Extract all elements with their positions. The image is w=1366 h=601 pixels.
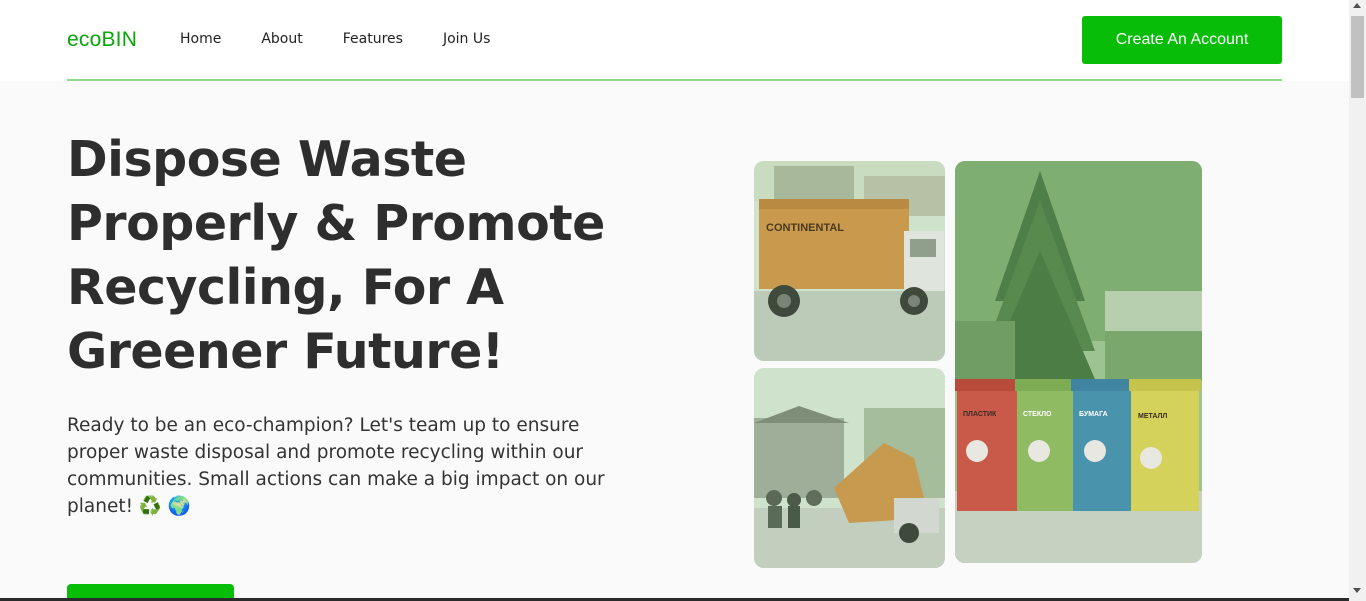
hero-description: Ready to be an eco-champion? Let's team …: [67, 415, 605, 517]
hero-title-line: Dispose Waste: [67, 131, 467, 188]
bin-label-paper: БУМАГА: [1079, 411, 1108, 418]
bin-label-plastic: ПЛАСТИК: [963, 411, 997, 418]
logo[interactable]: ecoBIN: [67, 28, 137, 52]
hero-title-line: Recycling, For A: [67, 259, 504, 316]
navbar: ecoBIN Home About Features Join Us Creat…: [0, 0, 1349, 81]
navbar-divider: [67, 79, 1282, 81]
waste-collection-image: [754, 368, 945, 568]
bin-label-metal: МЕТАЛЛ: [1138, 413, 1167, 420]
nav-links: Home About Features Join Us: [180, 31, 530, 47]
garbage-truck-image: CONTINENTAL: [754, 161, 945, 361]
scroll-down-arrow-icon[interactable]: [1353, 588, 1361, 593]
nav-link-about[interactable]: About: [261, 31, 302, 47]
create-account-button[interactable]: Create An Account: [1082, 16, 1282, 64]
page: ecoBIN Home About Features Join Us Creat…: [0, 0, 1349, 601]
bin-label-glass: СТЕКЛО: [1023, 411, 1052, 418]
nav-link-join-us[interactable]: Join Us: [443, 31, 490, 47]
nav-link-home[interactable]: Home: [180, 31, 221, 47]
scroll-up-arrow-icon[interactable]: [1353, 3, 1361, 8]
hero-title-line: Properly & Promote: [67, 195, 605, 252]
nav-link-features[interactable]: Features: [343, 31, 403, 47]
scrollbar-thumb[interactable]: [1351, 16, 1364, 98]
truck-text: CONTINENTAL: [766, 222, 844, 234]
hero-title: Dispose Waste Properly & Promote Recycli…: [67, 128, 667, 384]
recycling-bins-image: ПЛАСТИК СТЕКЛО БУМАГА МЕТАЛЛ: [955, 161, 1202, 563]
hero-title-line: Greener Future!: [67, 323, 504, 380]
